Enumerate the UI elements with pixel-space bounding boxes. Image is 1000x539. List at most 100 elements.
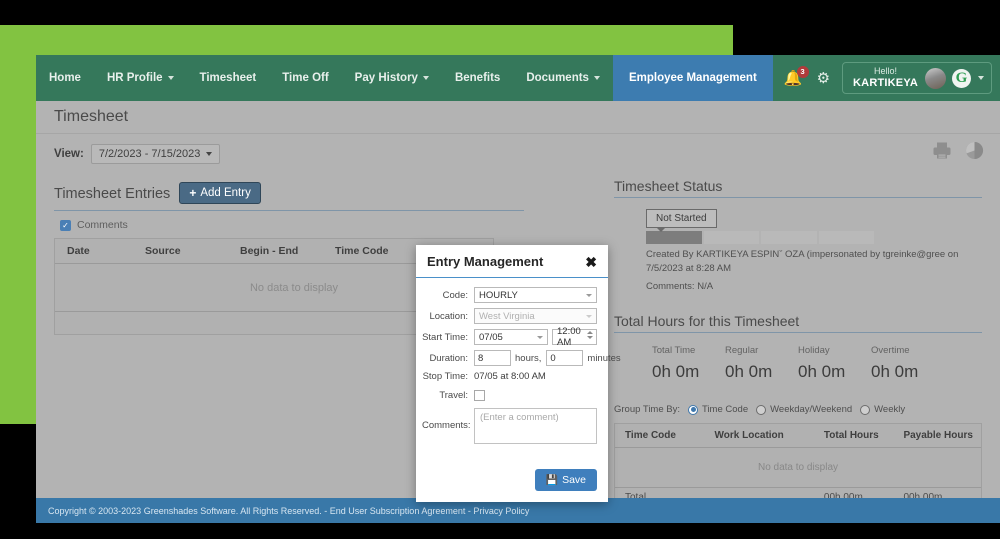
brand-logo-icon: G	[952, 68, 971, 88]
start-date-value: 07/05	[479, 331, 503, 343]
dialog-header: Entry Management ✖	[416, 245, 608, 278]
start-date-select[interactable]: 07/05	[474, 329, 548, 345]
contrast-icon[interactable]	[965, 141, 984, 165]
chevron-up-icon	[587, 331, 593, 334]
group-time-by-label: Group Time By:	[614, 404, 680, 416]
start-clock-stepper[interactable]: 12:00 AM	[552, 326, 597, 348]
status-badge: Not Started	[646, 209, 717, 232]
main-navigation: Home HR Profile Timesheet Time Off Pay H…	[36, 55, 1000, 101]
user-greeting: Hello! KARTIKEYA	[853, 66, 918, 89]
duration-hours-input[interactable]: 8	[474, 350, 511, 366]
date-range-select[interactable]: 7/2/2023 - 7/15/2023	[90, 144, 221, 164]
radio-weekly[interactable]: Weekly	[860, 404, 905, 415]
comments-checkbox[interactable]: ✓	[60, 219, 71, 231]
comments-input[interactable]: (Enter a comment)	[474, 408, 597, 444]
nav-label: Home	[49, 72, 81, 84]
chevron-down-icon[interactable]	[978, 76, 984, 80]
notifications-button[interactable]: 🔔 3	[784, 65, 809, 86]
chevron-down-icon	[537, 335, 543, 339]
duration-control: 8 hours, 0 minutes	[474, 350, 626, 366]
chevron-down-icon	[422, 76, 429, 80]
location-select: West Virginia	[474, 308, 597, 324]
travel-checkbox[interactable]	[474, 390, 485, 401]
code-control: HOURLY	[474, 287, 597, 303]
location-control: West Virginia	[474, 308, 597, 324]
dialog-footer: 💾 Save	[416, 455, 608, 502]
location-value: West Virginia	[479, 310, 535, 322]
entries-section-title: Timesheet Entries	[54, 186, 171, 202]
nav-item-employee-management[interactable]: Employee Management	[612, 55, 773, 101]
status-segment	[646, 231, 702, 244]
user-menu[interactable]: Hello! KARTIKEYA G	[842, 62, 992, 94]
regular-value: 0h 0m	[725, 362, 773, 382]
total-time-label: Total Time	[652, 345, 696, 357]
minutes-unit-label: minutes	[587, 352, 621, 364]
entry-management-dialog: Entry Management ✖ Code: HOURLY Location…	[416, 245, 621, 502]
nav-item-home[interactable]: Home	[36, 55, 94, 101]
field-row-travel: Travel:	[422, 390, 597, 401]
column-header-begin-end: Begin - End	[240, 245, 299, 257]
plus-icon: +	[189, 186, 197, 200]
date-range-value: 7/2/2023 - 7/15/2023	[98, 148, 201, 160]
column-header-payable-hours: Payable Hours	[903, 430, 973, 442]
stop-time-label: Stop Time:	[422, 371, 468, 382]
entries-section-header: Timesheet Entries + Add Entry	[54, 182, 524, 211]
code-value: HOURLY	[479, 289, 518, 301]
add-entry-button[interactable]: + Add Entry	[179, 182, 261, 204]
radio-time-code[interactable]: Time Code	[688, 404, 748, 415]
close-icon[interactable]: ✖	[585, 255, 597, 269]
code-label: Code:	[442, 289, 468, 301]
total-time-value: 0h 0m	[652, 362, 700, 382]
duration-label: Duration:	[429, 352, 468, 364]
app-window: Home HR Profile Timesheet Time Off Pay H…	[36, 55, 1000, 523]
nav-item-time-off[interactable]: Time Off	[269, 55, 341, 101]
radio-time-code-label: Time Code	[702, 404, 749, 416]
gear-icon[interactable]: ⚙	[817, 69, 830, 87]
dialog-title: Entry Management	[427, 254, 544, 269]
nav-items: Home HR Profile Timesheet Time Off Pay H…	[36, 55, 773, 101]
nav-item-documents[interactable]: Documents	[513, 55, 613, 101]
code-select[interactable]: HOURLY	[474, 287, 597, 303]
nav-item-pay-history[interactable]: Pay History	[342, 55, 442, 101]
nav-label: Timesheet	[199, 72, 257, 84]
save-button[interactable]: 💾 Save	[534, 469, 597, 491]
footer-text: Copyright © 2003-2023 Greenshades Softwa…	[48, 505, 530, 516]
summary-table-body: No data to display	[615, 448, 981, 489]
field-row-start-time: Start Time: 07/05 12:00 AM	[422, 326, 597, 348]
comments-toggle-row[interactable]: ✓ Comments	[60, 219, 524, 231]
stepper-arrows-icon	[587, 331, 593, 339]
chevron-down-icon	[167, 76, 174, 80]
overtime-value: 0h 0m	[871, 362, 919, 382]
regular-label: Regular	[725, 345, 759, 357]
user-name-label: KARTIKEYA	[853, 76, 918, 89]
column-header-date: Date	[67, 245, 90, 257]
duration-minutes-input[interactable]: 0	[546, 350, 584, 366]
nav-label: Time Off	[282, 72, 329, 84]
nav-item-benefits[interactable]: Benefits	[442, 55, 513, 101]
printer-icon[interactable]	[932, 141, 952, 165]
stop-time-value: 07/05 at 8:00 AM	[474, 371, 546, 382]
stop-time-control: 07/05 at 8:00 AM	[474, 371, 597, 382]
column-header-work-location: Work Location	[714, 430, 784, 442]
chevron-down-icon	[586, 293, 592, 297]
comments-toggle-label: Comments	[77, 219, 128, 231]
nav-item-hr-profile[interactable]: HR Profile	[94, 55, 187, 101]
chevron-down-icon	[206, 152, 213, 156]
radio-icon	[860, 404, 871, 415]
travel-label: Travel:	[439, 390, 468, 401]
radio-icon	[688, 404, 698, 415]
column-header-total-hours: Total Hours	[823, 430, 879, 442]
summary-table-header: Time Code Work Location Total Hours Paya…	[615, 424, 981, 449]
column-header-time-code: Time Code	[625, 430, 676, 442]
page-body: View: 7/2/2023 - 7/15/2023 Timesheet Ent…	[36, 134, 1000, 509]
nav-right-cluster: 🔔 3 ⚙ Hello! KARTIKEYA G	[784, 55, 1000, 101]
radio-weekday-weekend[interactable]: Weekday/Weekend	[756, 404, 852, 415]
add-entry-label: Add Entry	[200, 187, 251, 199]
field-row-location: Location: West Virginia	[422, 308, 597, 324]
page-title: Timesheet	[54, 108, 129, 125]
avatar	[925, 67, 946, 89]
nav-item-timesheet[interactable]: Timesheet	[187, 55, 270, 101]
nav-label: Pay History	[354, 72, 418, 84]
column-header-source: Source	[145, 245, 181, 257]
status-progress-wrap: Not Started Created By KARTIKEYA ESPINˇ …	[614, 208, 982, 293]
